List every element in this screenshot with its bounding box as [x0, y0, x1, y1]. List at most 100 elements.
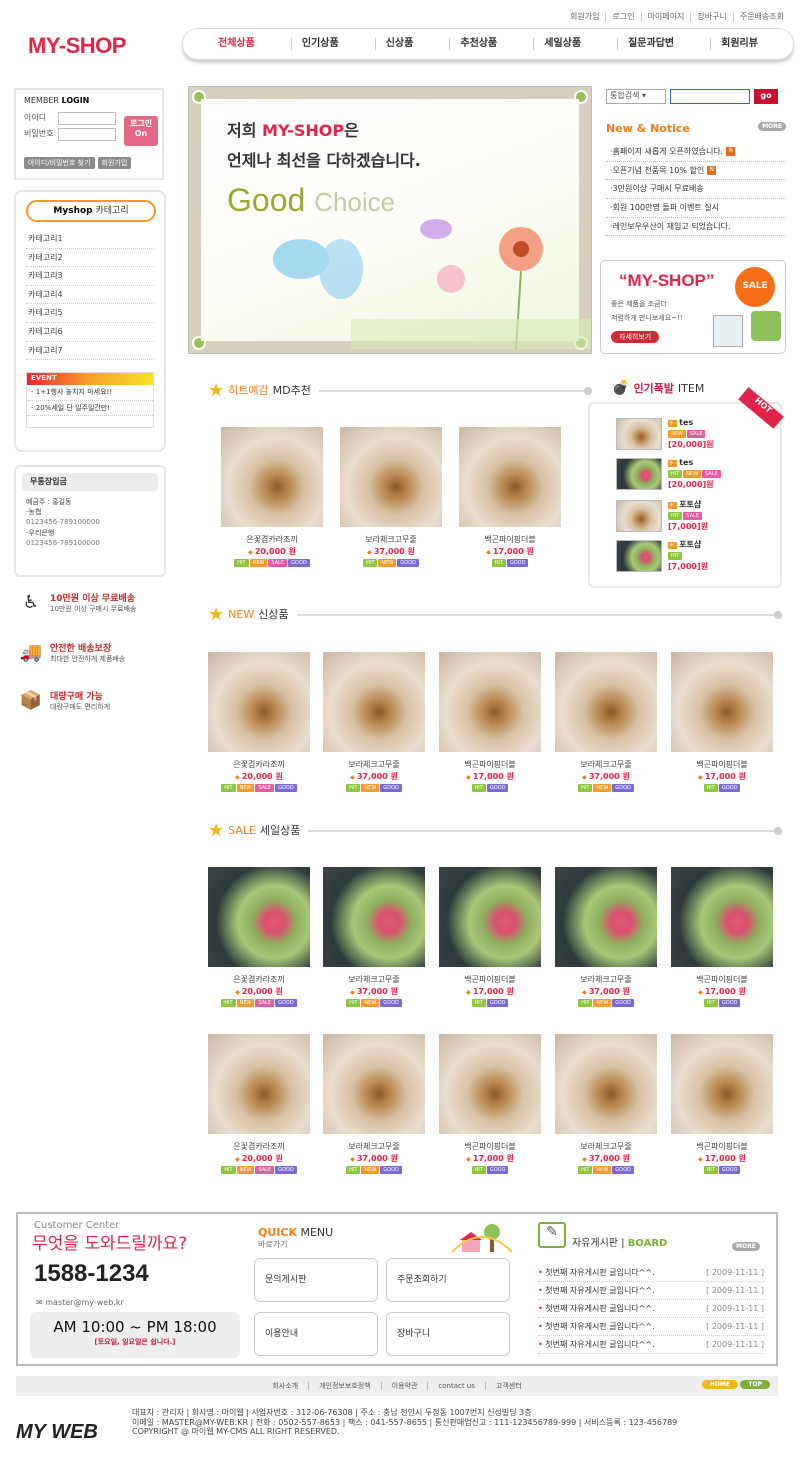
- product-image[interactable]: [323, 867, 425, 967]
- nav-popular[interactable]: 인기상품: [290, 38, 349, 50]
- product-image[interactable]: [323, 652, 425, 752]
- nav-new[interactable]: 신상품: [374, 38, 424, 50]
- search-scope-select[interactable]: 통합검색 ▾: [606, 89, 666, 104]
- product-card[interactable]: 백곤파이핑더블 17,000 원 HITGOOD: [459, 427, 561, 568]
- hot-item-name[interactable]: tes: [668, 418, 714, 428]
- product-card[interactable]: 보라체크고무줄 37,000 원 HITNEWGOOD: [555, 1034, 657, 1175]
- product-card[interactable]: 은꽃겹카라조끼 20,000 원 HITNEWSALEGOOD: [208, 1034, 310, 1175]
- product-card[interactable]: 은꽃겹카라조끼 20,000 원 HITNEWSALEGOOD: [221, 427, 323, 568]
- util-link-mypage[interactable]: 마이페이지: [640, 12, 691, 22]
- product-name[interactable]: 은꽃겹카라조끼: [208, 975, 310, 985]
- notice-item[interactable]: · 3만원이상 구매시 무료배송: [606, 180, 786, 199]
- product-image[interactable]: [340, 427, 442, 527]
- category-item[interactable]: 카테고리6: [26, 323, 154, 342]
- product-name[interactable]: 백곤파이핑더블: [459, 535, 561, 545]
- product-image[interactable]: [555, 1034, 657, 1134]
- product-image[interactable]: [439, 1034, 541, 1134]
- login-button[interactable]: 로그인 On: [124, 116, 158, 146]
- hot-item-image[interactable]: [616, 458, 662, 490]
- board-item[interactable]: 첫번째 자유게시판 글입니다^^.[ 2009-11-11 ]: [538, 1268, 764, 1282]
- hot-item-name[interactable]: 포토샵: [668, 540, 708, 550]
- category-item[interactable]: 카테고리5: [26, 304, 154, 323]
- id-input[interactable]: [58, 111, 116, 125]
- category-item[interactable]: 카테고리7: [26, 342, 154, 361]
- search-go-button[interactable]: go: [754, 89, 778, 104]
- nav-qna[interactable]: 질문과답변: [617, 38, 684, 50]
- nav-review[interactable]: 회원리뷰: [710, 38, 768, 50]
- footer-link-contact[interactable]: contact us: [427, 1381, 485, 1391]
- product-image[interactable]: [208, 1034, 310, 1134]
- product-image[interactable]: [439, 867, 541, 967]
- product-name[interactable]: 백곤파이핑더블: [439, 760, 541, 770]
- home-button[interactable]: HOME: [701, 1380, 738, 1390]
- product-name[interactable]: 은꽃겹카라조끼: [208, 760, 310, 770]
- product-name[interactable]: 은꽃겹카라조끼: [208, 1142, 310, 1152]
- util-link-join[interactable]: 회원가입: [564, 12, 605, 22]
- quick-order-lookup-button[interactable]: 주문조회하기: [386, 1258, 510, 1302]
- product-card[interactable]: 백곤파이핑더블 17,000 원 HITGOOD: [439, 867, 541, 1008]
- category-item[interactable]: 카테고리1: [26, 230, 154, 249]
- nav-sale[interactable]: 세일상품: [533, 38, 591, 50]
- promo-detail-button[interactable]: 자세히보기: [611, 331, 660, 344]
- notice-more-button[interactable]: MORE: [758, 122, 786, 131]
- hot-item-image[interactable]: [616, 500, 662, 532]
- notice-item[interactable]: · 회원 100만명 돌파 이벤트 실시: [606, 199, 786, 218]
- product-card[interactable]: 보라체크고무줄 37,000 원 HITNEWGOOD: [323, 1034, 425, 1175]
- hot-item-image[interactable]: [616, 418, 662, 450]
- product-image[interactable]: [221, 427, 323, 527]
- quick-guide-button[interactable]: 이용안내: [254, 1312, 378, 1356]
- service-bulk-buy[interactable]: 📦 대량구매 가능 대량구매도 편리하게: [18, 690, 168, 714]
- product-image[interactable]: [208, 867, 310, 967]
- join-button[interactable]: 회원가입: [97, 157, 132, 170]
- password-input[interactable]: [58, 127, 116, 141]
- nav-recommend[interactable]: 추천상품: [449, 38, 507, 50]
- nav-all-products[interactable]: 전체상품: [208, 38, 265, 50]
- top-button[interactable]: TOP: [740, 1380, 770, 1390]
- product-card[interactable]: 은꽃겹카라조끼 20,000 원 HITNEWSALEGOOD: [208, 652, 310, 793]
- hot-item[interactable]: tesHITNEWSALE[20,000]원: [616, 458, 721, 490]
- board-item[interactable]: 첫번째 자유게시판 글입니다^^.[ 2009-11-11 ]: [538, 1340, 764, 1354]
- board-item[interactable]: 첫번째 자유게시판 글입니다^^.[ 2009-11-11 ]: [538, 1322, 764, 1336]
- product-name[interactable]: 은꽃겹카라조끼: [221, 535, 323, 545]
- product-image[interactable]: [671, 652, 773, 752]
- hot-item[interactable]: tesNEWSALE[20,000]원: [616, 418, 714, 450]
- hot-item[interactable]: 포토샵HIT[7,000]원: [616, 540, 708, 572]
- product-card[interactable]: 보라체크고무줄 37,000 원 HITNEWGOOD: [323, 867, 425, 1008]
- product-image[interactable]: [439, 652, 541, 752]
- service-free-shipping[interactable]: ♿ 10만원 이상 무료배송 10만원 이상 구매시 무료배송: [18, 592, 168, 616]
- footer-link-privacy[interactable]: 개인정보보호정책: [308, 1381, 381, 1391]
- product-card[interactable]: 보라체크고무줄 37,000 원 HITNEWGOOD: [323, 652, 425, 793]
- footer-link-about[interactable]: 회사소개: [262, 1382, 308, 1390]
- footer-link-support[interactable]: 고객센터: [484, 1381, 532, 1391]
- product-card[interactable]: 백곤파이핑더블 17,000 원 HITGOOD: [671, 652, 773, 793]
- product-image[interactable]: [208, 652, 310, 752]
- product-name[interactable]: 보라체크고무줄: [323, 975, 425, 985]
- hot-item-name[interactable]: 포토샵: [668, 500, 708, 510]
- service-safe-delivery[interactable]: 🚚 안전한 배송보장 최대한 안전하게 제품배송: [18, 642, 168, 666]
- notice-item[interactable]: · 오픈기념 전품목 10% 할인 N: [606, 162, 786, 181]
- product-name[interactable]: 보라체크고무줄: [555, 760, 657, 770]
- category-item[interactable]: 카테고리2: [26, 249, 154, 268]
- footer-link-terms[interactable]: 이용약관: [380, 1381, 428, 1391]
- product-card[interactable]: 보라체크고무줄 37,000 원 HITNEWGOOD: [555, 867, 657, 1008]
- site-logo[interactable]: MY-SHOP: [28, 33, 126, 59]
- category-item[interactable]: 카테고리3: [26, 267, 154, 286]
- customer-email[interactable]: ✉ master@my-web.kr: [36, 1298, 124, 1308]
- board-more-button[interactable]: MORE: [732, 1242, 760, 1251]
- myshop-promo-banner[interactable]: “MY-SHOP” 좋은 제품을 조금더 저렴하게 만나보세요~!! 자세히보기 …: [600, 260, 786, 354]
- product-name[interactable]: 보라체크고무줄: [323, 760, 425, 770]
- product-card[interactable]: 백곤파이핑더블 17,000 원 HITGOOD: [671, 1034, 773, 1175]
- board-item[interactable]: 첫번째 자유게시판 글입니다^^.[ 2009-11-11 ]: [538, 1304, 764, 1318]
- product-image[interactable]: [459, 427, 561, 527]
- notice-item[interactable]: · 홈페이지 새롭게 오픈하였습니다. N: [606, 143, 786, 162]
- main-banner[interactable]: 저희 MY-SHOP은 언제나 최선을 다하겠습니다. Good Choice: [188, 86, 592, 354]
- product-name[interactable]: 백곤파이핑더블: [671, 975, 773, 985]
- product-image[interactable]: [323, 1034, 425, 1134]
- category-item[interactable]: 카테고리4: [26, 286, 154, 305]
- product-name[interactable]: 백곤파이핑더블: [671, 1142, 773, 1152]
- product-name[interactable]: 백곤파이핑더블: [439, 975, 541, 985]
- util-link-login[interactable]: 로그인: [605, 12, 640, 22]
- product-name[interactable]: 백곤파이핑더블: [439, 1142, 541, 1152]
- product-image[interactable]: [555, 652, 657, 752]
- quick-inquiry-button[interactable]: 문의게시판: [254, 1258, 378, 1302]
